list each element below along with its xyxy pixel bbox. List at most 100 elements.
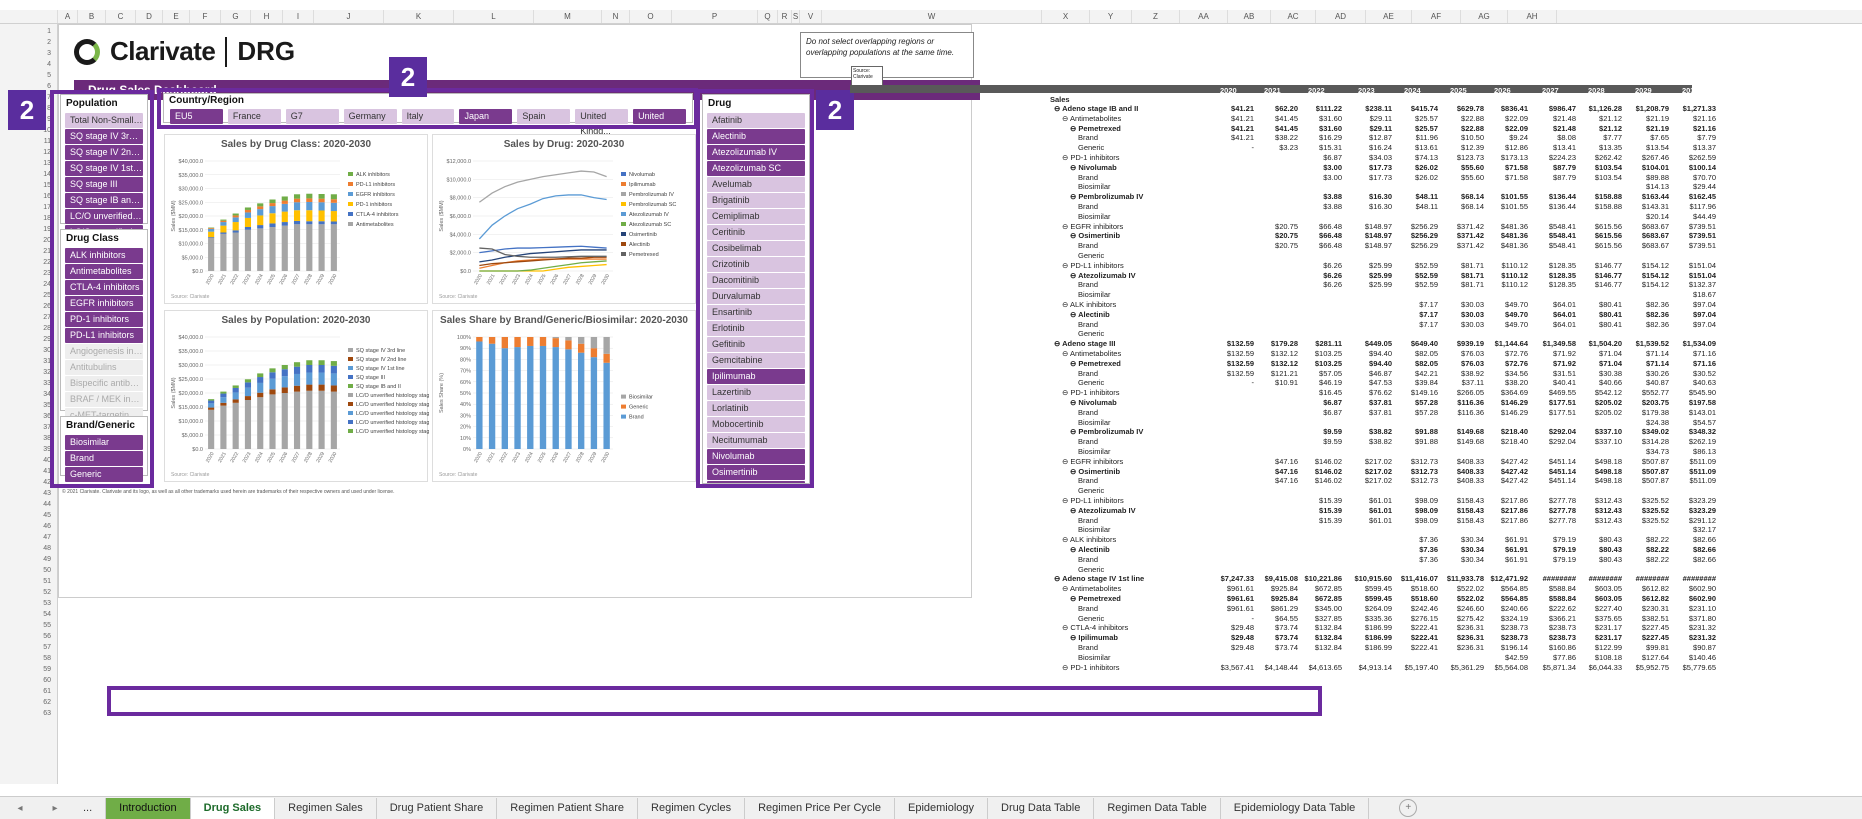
table-row[interactable]: Brand $132.59 $121.21 $57.05 $46.87 $42.21 $38… xyxy=(1010,369,1852,378)
column-header[interactable]: AD xyxy=(1316,10,1366,23)
table-row[interactable]: Generic xyxy=(1010,486,1852,495)
table-row[interactable]: ⊖ Atezolizumab IV $15.39 $61.01 $98.09 $158.… xyxy=(1010,506,1852,515)
sheet-tab[interactable]: Regimen Sales xyxy=(275,797,377,819)
column-header[interactable]: I xyxy=(283,10,314,23)
column-header[interactable]: R xyxy=(778,10,792,23)
table-row[interactable]: Brand $41.21 $38.22 $16.29 $12.87 $11.96 $10.5… xyxy=(1010,133,1852,142)
table-row[interactable]: Biosimilar $20.14 $44.49 xyxy=(1010,212,1852,221)
row-header[interactable]: 46 xyxy=(43,523,51,530)
sheet-tab[interactable]: Epidemiology xyxy=(895,797,989,819)
row-header[interactable]: 59 xyxy=(43,666,51,673)
row-header[interactable]: 57 xyxy=(43,644,51,651)
add-sheet-icon[interactable]: + xyxy=(1399,799,1418,817)
row-header[interactable]: 54 xyxy=(43,611,51,618)
table-row[interactable]: Brand $3.00 $17.73 $26.02 $55.60 $71.58 $87.79… xyxy=(1010,173,1852,182)
sheet-tab[interactable]: Epidemiology Data Table xyxy=(1221,797,1370,819)
table-row[interactable]: ⊖ Pemetrexed $961.61 $925.84 $672.85 $599.45… xyxy=(1010,594,1852,603)
sheet-tab[interactable]: Regimen Price Per Cycle xyxy=(745,797,895,819)
table-row[interactable]: ⊖ PD-L1 inhibitors $15.39 $61.01 $98.09 $158… xyxy=(1010,496,1852,505)
column-header[interactable]: AH xyxy=(1508,10,1557,23)
column-header[interactable]: C xyxy=(106,10,136,23)
year-header-cell[interactable]: 2020 xyxy=(1220,86,1237,95)
table-row[interactable]: ⊖ Osimertinib $20.75 $66.48 $148.97 $256.29 $… xyxy=(1010,231,1852,240)
row-header[interactable]: 62 xyxy=(43,699,51,706)
row-header[interactable]: 55 xyxy=(43,622,51,629)
column-header[interactable]: AC xyxy=(1271,10,1316,23)
sheet-tab[interactable]: ... xyxy=(70,797,107,819)
column-header[interactable]: Q xyxy=(758,10,778,23)
table-row[interactable]: ⊖ Osimertinib $47.16 $146.02 $217.02 $312.73… xyxy=(1010,467,1852,476)
row-header[interactable]: 53 xyxy=(43,600,51,607)
column-header[interactable]: AE xyxy=(1366,10,1412,23)
column-header[interactable]: O xyxy=(630,10,672,23)
row-header[interactable]: 4 xyxy=(47,61,51,68)
year-header-cell[interactable]: 2022 xyxy=(1308,86,1325,95)
column-header[interactable]: G xyxy=(221,10,251,23)
row-header[interactable]: 61 xyxy=(43,688,51,695)
row-header[interactable]: 2 xyxy=(47,39,51,46)
column-header[interactable]: B xyxy=(78,10,106,23)
table-row[interactable]: ⊖ Adeno stage IB and II $41.21 $62.20 $111.… xyxy=(1010,104,1852,113)
table-row[interactable]: ⊖ CTLA-4 inhibitors $29.48 $73.74 $132.84 $1… xyxy=(1010,623,1852,632)
year-header-cell[interactable]: 2030 xyxy=(1682,86,1699,95)
row-header[interactable]: 47 xyxy=(43,534,51,541)
column-header[interactable]: V xyxy=(800,10,822,23)
table-row[interactable]: Biosimilar $34.73 $86.13 xyxy=(1010,447,1852,456)
column-header[interactable]: K xyxy=(384,10,454,23)
table-row[interactable]: Generic xyxy=(1010,251,1852,260)
table-row[interactable]: ⊖ Pembrolizumab IV $3.88 $16.30 $48.11 $68.1… xyxy=(1010,192,1852,201)
column-header[interactable]: AA xyxy=(1180,10,1228,23)
sheet-tab[interactable]: Drug Patient Share xyxy=(377,797,498,819)
table-row[interactable]: ⊖ Adeno stage IV 1st line $7,247.33 $9,415… xyxy=(1010,574,1852,583)
sheet-tab[interactable]: Drug Data Table xyxy=(988,797,1095,819)
table-row[interactable]: Brand $29.48 $73.74 $132.84 $186.99 $222.41 $2… xyxy=(1010,643,1852,652)
table-row[interactable]: ⊖ PD-1 inhibitors $3,567.41 $4,148.44 $4,61… xyxy=(1010,663,1852,672)
column-header[interactable]: W xyxy=(822,10,1042,23)
column-header[interactable] xyxy=(0,10,58,23)
column-header[interactable]: F xyxy=(190,10,221,23)
table-row[interactable]: ⊖ PD-1 inhibitors $6.87 $34.03 $74.13 $123.7… xyxy=(1010,153,1852,162)
scroll-left-icon[interactable]: ◂ xyxy=(0,803,40,814)
column-header[interactable]: A xyxy=(58,10,78,23)
row-header[interactable]: 50 xyxy=(43,567,51,574)
row-header[interactable]: 56 xyxy=(43,633,51,640)
sheet-tab[interactable]: Regimen Cycles xyxy=(638,797,746,819)
table-row[interactable]: Biosimilar $18.67 xyxy=(1010,290,1852,299)
table-row[interactable]: ⊖ Adeno stage III $132.59 $179.28 $281.11 $4… xyxy=(1010,339,1852,348)
sheet-tab[interactable]: Introduction xyxy=(106,797,191,819)
column-header[interactable]: N xyxy=(602,10,630,23)
column-header[interactable]: H xyxy=(251,10,283,23)
table-row[interactable]: ⊖ Antimetabolites $961.61 $925.84 $672.85 $5… xyxy=(1010,584,1852,593)
row-header[interactable]: 43 xyxy=(43,490,51,497)
scroll-right-icon[interactable]: ▸ xyxy=(40,803,70,814)
row-header[interactable]: 6 xyxy=(47,83,51,90)
column-header[interactable]: Y xyxy=(1090,10,1132,23)
table-row[interactable]: ⊖ Pemetrexed $41.21 $41.45 $31.60 $29.11 $25.… xyxy=(1010,124,1852,133)
table-row[interactable]: Biosimilar $42.59 $77.86 $108.18 $127.64 $140… xyxy=(1010,653,1852,662)
column-header[interactable]: X xyxy=(1042,10,1090,23)
table-row[interactable]: ⊖ Alectinib $7.36 $30.34 $61.91 $79.19 $80.43… xyxy=(1010,545,1852,554)
column-header[interactable]: P xyxy=(672,10,758,23)
table-row[interactable]: Generic xyxy=(1010,565,1852,574)
table-row[interactable]: Biosimilar $24.38 $54.57 xyxy=(1010,418,1852,427)
row-header[interactable]: 58 xyxy=(43,655,51,662)
year-header-cell[interactable]: 2025 xyxy=(1450,86,1467,95)
row-header[interactable]: 51 xyxy=(43,578,51,585)
table-row[interactable]: ⊖ Antimetabolites $132.59 $132.12 $103.25 $9… xyxy=(1010,349,1852,358)
table-row[interactable]: Generic - $10.91 $46.19 $47.53 $39.84 $37.11 $3… xyxy=(1010,378,1852,387)
table-row[interactable]: Generic xyxy=(1010,329,1852,338)
table-row[interactable]: ⊖ Pembrolizumab IV $9.59 $38.82 $91.88 $149.… xyxy=(1010,427,1852,436)
table-row[interactable]: Brand $7.17 $30.03 $49.70 $64.01 $80.41 $82.36… xyxy=(1010,320,1852,329)
table-row[interactable]: ⊖ ALK inhibitors $7.36 $30.34 $61.91 $79.19 $… xyxy=(1010,535,1852,544)
table-row[interactable]: ⊖ Ipilimumab $29.48 $73.74 $132.84 $186.99 $2… xyxy=(1010,633,1852,642)
row-header[interactable]: 3 xyxy=(47,50,51,57)
row-header[interactable]: 48 xyxy=(43,545,51,552)
table-row[interactable]: Brand $3.88 $16.30 $48.11 $68.14 $101.55 $136.… xyxy=(1010,202,1852,211)
row-header[interactable]: 5 xyxy=(47,72,51,79)
row-header[interactable]: 52 xyxy=(43,589,51,596)
row-header[interactable]: 63 xyxy=(43,710,51,717)
year-header-cell[interactable]: 2027 xyxy=(1542,86,1559,95)
row-header[interactable]: 1 xyxy=(47,28,51,35)
column-header[interactable]: AG xyxy=(1461,10,1508,23)
table-row[interactable]: ⊖ Nivolumab $6.87 $37.81 $57.28 $116.36 $146.… xyxy=(1010,398,1852,407)
